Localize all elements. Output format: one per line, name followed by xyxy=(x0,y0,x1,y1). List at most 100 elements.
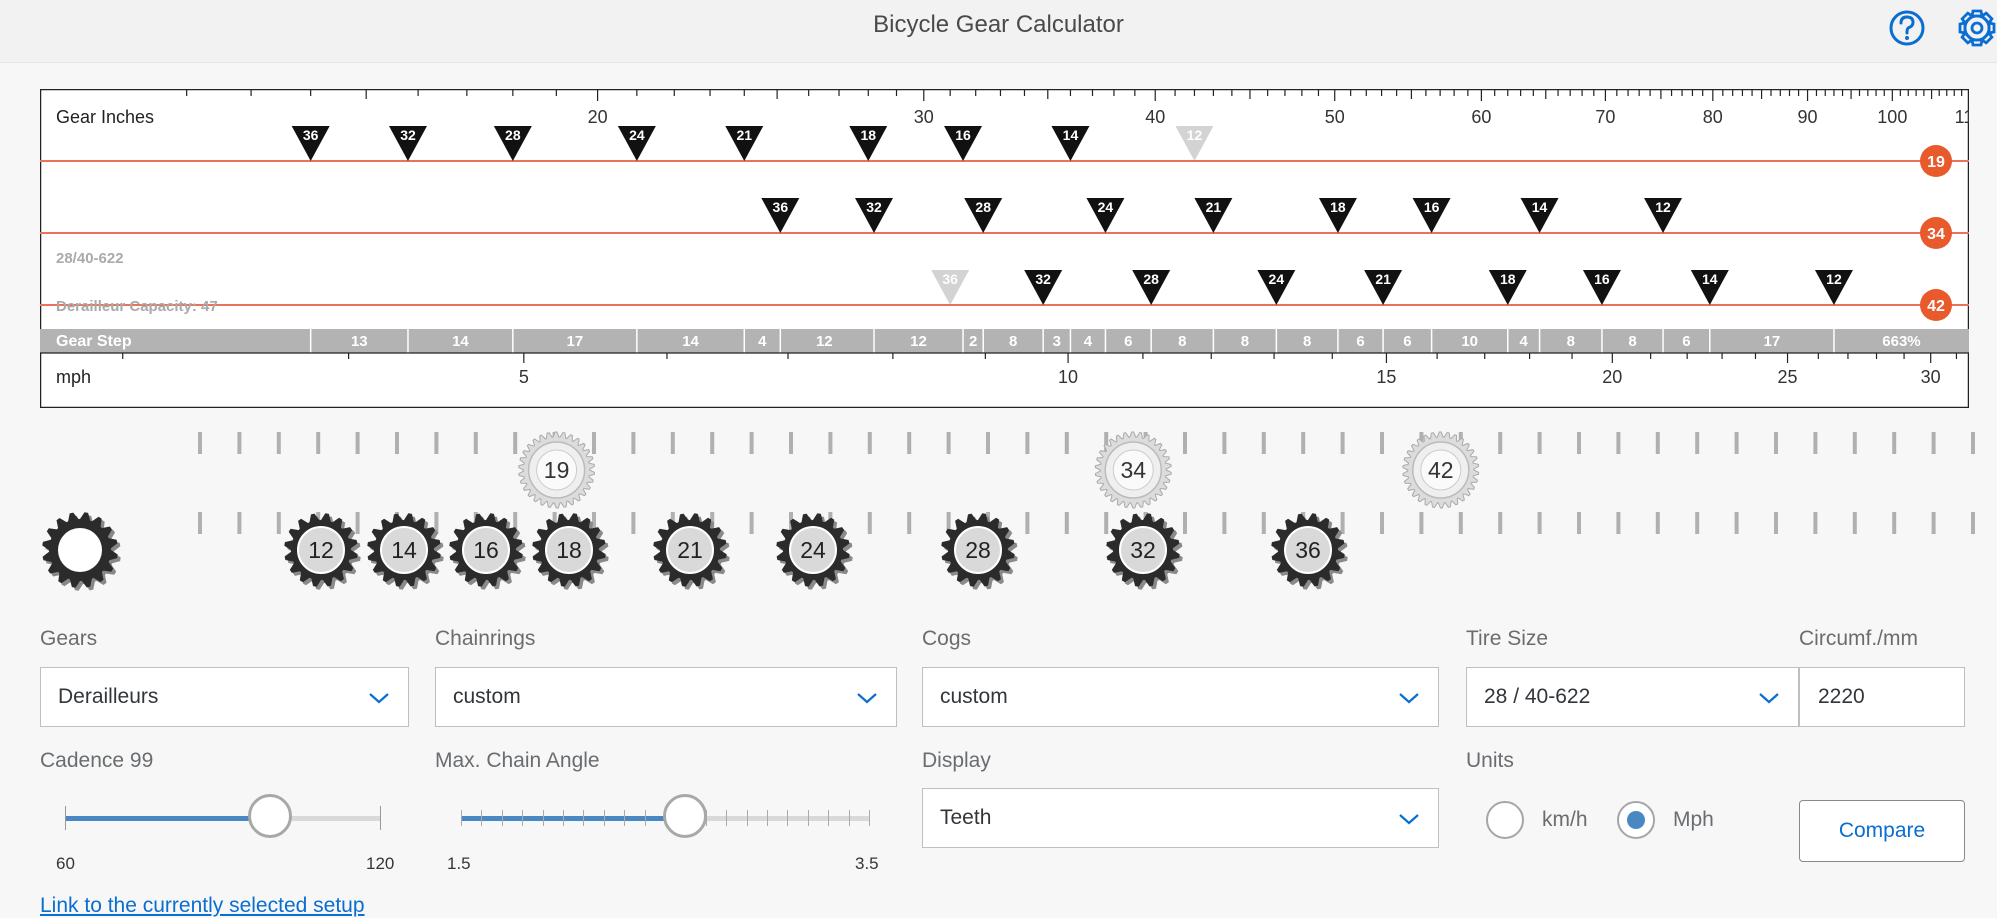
chainrings-select[interactable]: custom xyxy=(435,667,897,727)
slider-step-tick xyxy=(603,810,605,826)
chain-angle-slider-handle[interactable] xyxy=(663,794,708,838)
cog-marker-label: 24 xyxy=(1098,199,1114,215)
cadence-max: 120 xyxy=(366,854,395,873)
cog-ruler-tick xyxy=(1577,512,1581,534)
chainring-ruler-tick xyxy=(1655,432,1660,454)
chain-angle-label: Max. Chain Angle xyxy=(435,749,600,772)
cog-ruler-tick xyxy=(907,512,912,534)
gears-select[interactable]: Derailleurs xyxy=(40,667,409,727)
chainring-ruler-tick xyxy=(237,432,242,454)
chain-angle-slider[interactable] xyxy=(461,792,870,842)
cog-18[interactable]: 18 xyxy=(532,513,609,590)
setup-link[interactable]: Link to the currently selected setup xyxy=(40,894,365,918)
cog-label: 24 xyxy=(800,537,826,563)
slider-step-tick xyxy=(583,810,585,826)
gear-inch-tick-label: 110 xyxy=(1955,107,1969,127)
gear-inch-tick-label: 90 xyxy=(1798,107,1818,127)
slider-step-tick xyxy=(563,810,564,826)
gears-label: Gears xyxy=(40,627,98,650)
speed-tick-label: 10 xyxy=(1058,367,1078,387)
settings-button[interactable] xyxy=(1955,6,1997,50)
chainring-label: 34 xyxy=(1120,457,1146,483)
tire-size-chart-label: 28/40-622 xyxy=(56,250,124,267)
slider-step-tick xyxy=(542,810,544,826)
chainring-ruler-tick xyxy=(946,432,951,454)
gear-step-value: 6 xyxy=(1403,333,1411,350)
units-radio-kmh[interactable] xyxy=(1486,801,1524,839)
slider-step-tick xyxy=(828,810,830,826)
gear-step-value: 6 xyxy=(1682,333,1690,350)
cog-24[interactable]: 24 xyxy=(776,513,853,590)
cog-label: 21 xyxy=(677,537,703,563)
display-select[interactable]: Teeth xyxy=(922,788,1439,848)
circumference-input[interactable] xyxy=(1799,667,1965,727)
chainring-42[interactable]: 42 xyxy=(1402,431,1480,509)
chainring-ruler-tick xyxy=(1774,432,1778,454)
gear-step-value: 14 xyxy=(682,333,699,350)
cog-ruler-tick xyxy=(1064,512,1069,534)
chainring-ruler-tick xyxy=(1695,432,1700,454)
chainring-ruler-tick xyxy=(1931,432,1936,454)
gear-step-value: 4 xyxy=(758,333,767,350)
speed-tick-label: 25 xyxy=(1778,367,1798,387)
gear-step-value: 13 xyxy=(351,333,368,350)
chainring-ruler-tick xyxy=(1301,432,1306,454)
cog-28[interactable]: 28 xyxy=(941,513,1018,590)
cog-36[interactable]: 36 xyxy=(1271,513,1348,590)
gear-step-value: 17 xyxy=(567,333,584,350)
cog-ruler-tick xyxy=(1498,512,1503,534)
chainring-ruler-tick xyxy=(789,432,793,454)
cogs-select[interactable]: custom xyxy=(922,667,1439,727)
slider-step-tick xyxy=(624,810,626,826)
slider-step-tick xyxy=(461,810,462,826)
units-radio-mph[interactable] xyxy=(1617,801,1655,839)
display-label: Display xyxy=(922,749,991,772)
chainring-19[interactable]: 19 xyxy=(518,431,596,509)
gear-inch-tick-label: 100 xyxy=(1877,107,1907,127)
cadence-slider[interactable] xyxy=(65,792,381,842)
tire-size-label: Tire Size xyxy=(1466,627,1549,650)
blank-cog-icon xyxy=(42,512,121,591)
units-option-kmh[interactable]: km/h xyxy=(1542,808,1588,832)
cog-marker-label: 16 xyxy=(955,127,971,143)
units-option-mph[interactable]: Mph xyxy=(1673,808,1714,832)
cog-marker-label: 16 xyxy=(1424,199,1440,215)
chainring-ruler-tick xyxy=(986,432,990,454)
tire-size-select[interactable]: 28 / 40-622 xyxy=(1466,667,1799,727)
compare-button[interactable]: Compare xyxy=(1799,800,1965,862)
cog-marker-label: 18 xyxy=(860,127,876,143)
cog-ruler-tick xyxy=(1222,512,1227,534)
cog-marker-label: 36 xyxy=(942,271,958,287)
gear-step-value: 4 xyxy=(1519,333,1528,350)
slider-step-tick xyxy=(481,810,483,826)
cog-marker-label: 32 xyxy=(866,199,882,215)
slider-step-tick xyxy=(767,810,768,826)
gear-step-value: 6 xyxy=(1356,333,1364,350)
cadence-slider-handle[interactable] xyxy=(248,794,293,838)
cog-ruler-tick xyxy=(1931,512,1936,534)
gear-inch-tick-label: 40 xyxy=(1145,107,1165,127)
slider-step-tick xyxy=(726,810,728,826)
cog-marker-label: 12 xyxy=(1826,271,1842,287)
slider-step-tick xyxy=(869,810,870,826)
chainring-ruler-tick xyxy=(1064,432,1069,454)
cog-ruler-tick xyxy=(1261,512,1266,534)
cog-ruler-tick xyxy=(1537,512,1542,534)
gear-step-value: 8 xyxy=(1628,333,1636,350)
cog-21[interactable]: 21 xyxy=(653,513,730,590)
help-button[interactable] xyxy=(1885,6,1929,50)
gear-step-value: 8 xyxy=(1241,333,1249,350)
cog-marker-label: 28 xyxy=(505,127,521,143)
chain-angle-min: 1.5 xyxy=(447,854,471,873)
cog-label: 16 xyxy=(473,537,499,563)
cog-ruler-tick xyxy=(1695,512,1700,534)
cog-ruler-tick xyxy=(1971,512,1975,534)
speed-tick-label: 30 xyxy=(1921,367,1941,387)
cog-32[interactable]: 32 xyxy=(1106,513,1183,590)
cog-14[interactable]: 14 xyxy=(367,513,444,590)
chainring-label: 42 xyxy=(1428,457,1454,483)
cog-12[interactable]: 12 xyxy=(284,513,361,590)
chainring-ruler-tick xyxy=(434,432,439,454)
cog-ruler-tick xyxy=(1852,512,1857,534)
gear-step-value: 10 xyxy=(1461,333,1478,350)
